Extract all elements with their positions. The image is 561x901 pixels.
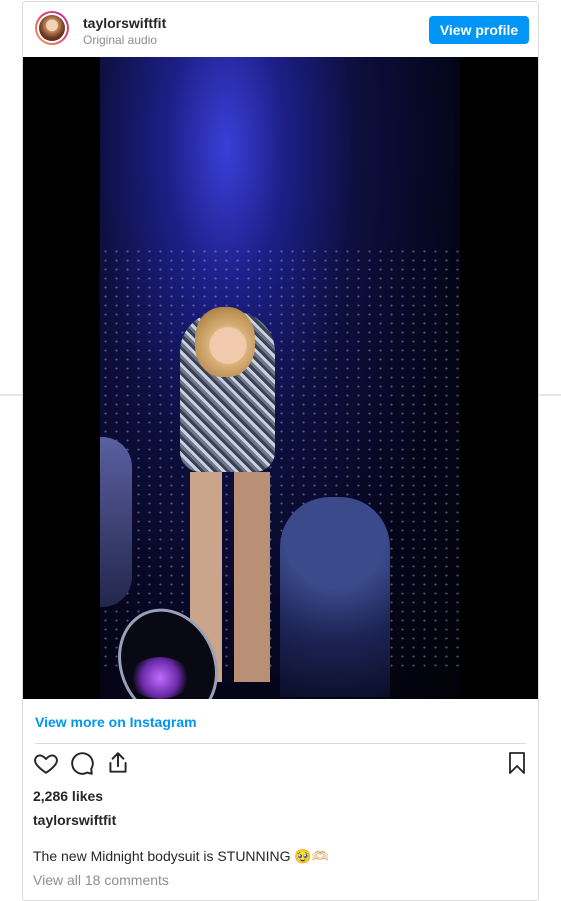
avatar-ring [37, 13, 67, 43]
heart-icon[interactable] [33, 750, 59, 781]
like-count[interactable]: 2,286 likes [33, 788, 103, 804]
video-frame [100, 57, 460, 699]
comment-icon[interactable] [69, 750, 95, 781]
instagram-embed-card: taylorswiftfit Original audio View profi… [22, 1, 539, 901]
video-player[interactable] [23, 57, 538, 699]
post-owner[interactable]: taylorswiftfit [33, 812, 116, 828]
avatar[interactable] [35, 11, 69, 45]
username[interactable]: taylorswiftfit [83, 15, 166, 31]
view-profile-button[interactable]: View profile [429, 16, 529, 44]
action-bar [23, 750, 538, 782]
stage-light [130, 657, 190, 699]
bookmark-icon[interactable] [505, 750, 529, 781]
view-more-link[interactable]: View more on Instagram [35, 714, 197, 730]
avatar-photo [39, 15, 65, 41]
background-dancer [280, 497, 390, 697]
view-comments-link[interactable]: View all 18 comments [33, 872, 169, 888]
performer-head [195, 307, 255, 377]
post-header: taylorswiftfit Original audio View profi… [23, 2, 538, 56]
audio-label[interactable]: Original audio [83, 33, 157, 47]
share-icon[interactable] [105, 750, 131, 781]
divider [35, 743, 526, 744]
caption: The new Midnight bodysuit is STUNNING 🥹🫶… [33, 848, 330, 864]
stage-prop [100, 437, 132, 607]
